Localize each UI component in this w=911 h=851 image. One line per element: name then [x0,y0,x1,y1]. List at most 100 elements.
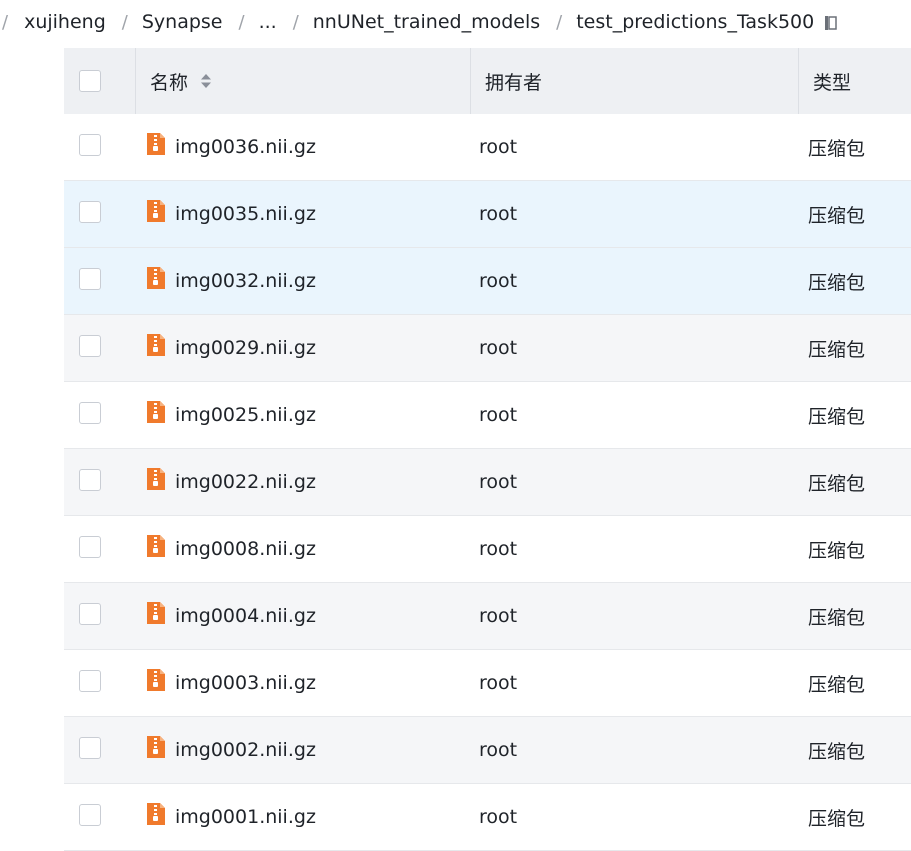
type-cell: 压缩包 [808,204,866,227]
table-row[interactable]: img0002.nii.gz root 压缩包 [64,717,911,784]
zip-file-icon [146,802,166,826]
type-cell: 压缩包 [808,405,866,428]
zip-file-icon [146,467,166,491]
table-row[interactable]: img0022.nii.gz root 压缩包 [64,449,911,516]
file-name-cell[interactable]: img0003.nii.gz [146,650,316,716]
file-name-label: img0008.nii.gz [175,538,316,560]
owner-cell: root [479,203,518,225]
column-header-type-label: 类型 [813,71,852,94]
table-row[interactable]: img0036.nii.gz root 压缩包 [64,114,911,181]
owner-cell: root [479,739,518,761]
file-name-label: img0025.nii.gz [175,404,316,426]
breadcrumb-separator: / [2,11,9,33]
breadcrumb-item-current: test_predictions_Task500 [576,11,815,33]
row-checkbox[interactable] [79,335,101,357]
type-cell: 压缩包 [808,539,866,562]
zip-file-icon [146,534,166,558]
row-checkbox[interactable] [79,737,101,759]
owner-cell: root [479,538,518,560]
file-name-label: img0002.nii.gz [175,739,316,761]
file-name-cell[interactable]: img0004.nii.gz [146,583,316,649]
column-header-owner-label: 拥有者 [485,71,543,94]
breadcrumb-item-xujiheng[interactable]: xujiheng [24,11,106,33]
owner-cell: root [479,404,518,426]
file-name-label: img0036.nii.gz [175,136,316,158]
file-name-label: img0035.nii.gz [175,203,316,225]
row-checkbox[interactable] [79,134,101,156]
file-table: 名称 拥有者 类型 img0036.nii.gz root 压缩包 img0035.n… [64,48,911,851]
column-divider [470,48,471,114]
owner-cell: root [479,806,518,828]
file-name-label: img0004.nii.gz [175,605,316,627]
file-name-cell[interactable]: img0029.nii.gz [146,315,316,381]
file-name-label: img0003.nii.gz [175,672,316,694]
breadcrumb: / xujiheng / Synapse / ... / nnUNet_trai… [0,0,911,44]
file-name-cell[interactable]: img0002.nii.gz [146,717,316,783]
row-checkbox[interactable] [79,804,101,826]
column-header-name-label: 名称 [150,71,189,94]
row-checkbox[interactable] [79,603,101,625]
copy-icon[interactable] [824,14,838,30]
file-name-cell[interactable]: img0008.nii.gz [146,516,316,582]
table-row[interactable]: img0032.nii.gz root 压缩包 [64,248,911,315]
column-divider [135,48,136,114]
row-checkbox[interactable] [79,670,101,692]
zip-file-icon [146,199,166,223]
zip-file-icon [146,266,166,290]
zip-file-icon [146,333,166,357]
file-name-label: img0001.nii.gz [175,806,316,828]
table-row[interactable]: img0008.nii.gz root 压缩包 [64,516,911,583]
table-header: 名称 拥有者 类型 [64,48,911,114]
table-row[interactable]: img0025.nii.gz root 压缩包 [64,382,911,449]
type-cell: 压缩包 [808,606,866,629]
sort-icon[interactable] [200,72,212,90]
zip-file-icon [146,735,166,759]
breadcrumb-item-ellipsis[interactable]: ... [259,11,277,33]
file-name-label: img0032.nii.gz [175,270,316,292]
row-checkbox[interactable] [79,268,101,290]
table-row[interactable]: img0035.nii.gz root 压缩包 [64,181,911,248]
file-name-cell[interactable]: img0022.nii.gz [146,449,316,515]
zip-file-icon [146,132,166,156]
type-cell: 压缩包 [808,807,866,830]
breadcrumb-item-synapse[interactable]: Synapse [142,11,223,33]
column-divider [798,48,799,114]
select-all-checkbox[interactable] [79,70,101,92]
column-header-type[interactable]: 类型 [813,48,851,114]
type-cell: 压缩包 [808,338,866,361]
owner-cell: root [479,270,518,292]
column-header-name[interactable]: 名称 [150,48,212,114]
breadcrumb-separator: / [121,11,128,33]
table-row[interactable]: img0003.nii.gz root 压缩包 [64,650,911,717]
type-cell: 压缩包 [808,740,866,763]
type-cell: 压缩包 [808,271,866,294]
breadcrumb-separator: / [556,11,563,33]
breadcrumb-item-nnunet-trained-models[interactable]: nnUNet_trained_models [313,11,540,33]
file-name-cell[interactable]: img0036.nii.gz [146,114,316,180]
type-cell: 压缩包 [808,673,866,696]
file-name-cell[interactable]: img0035.nii.gz [146,181,316,247]
owner-cell: root [479,605,518,627]
owner-cell: root [479,471,518,493]
owner-cell: root [479,672,518,694]
column-header-owner[interactable]: 拥有者 [485,48,542,114]
zip-file-icon [146,601,166,625]
file-name-cell[interactable]: img0032.nii.gz [146,248,316,314]
zip-file-icon [146,668,166,692]
row-checkbox[interactable] [79,469,101,491]
table-row[interactable]: img0004.nii.gz root 压缩包 [64,583,911,650]
file-name-cell[interactable]: img0001.nii.gz [146,784,316,850]
table-row[interactable]: img0001.nii.gz root 压缩包 [64,784,911,851]
zip-file-icon [146,400,166,424]
file-name-cell[interactable]: img0025.nii.gz [146,382,316,448]
row-checkbox[interactable] [79,536,101,558]
breadcrumb-separator: / [292,11,299,33]
row-checkbox[interactable] [79,402,101,424]
table-row[interactable]: img0029.nii.gz root 压缩包 [64,315,911,382]
type-cell: 压缩包 [808,472,866,495]
file-name-label: img0022.nii.gz [175,471,316,493]
type-cell: 压缩包 [808,137,866,160]
file-name-label: img0029.nii.gz [175,337,316,359]
owner-cell: root [479,337,518,359]
row-checkbox[interactable] [79,201,101,223]
